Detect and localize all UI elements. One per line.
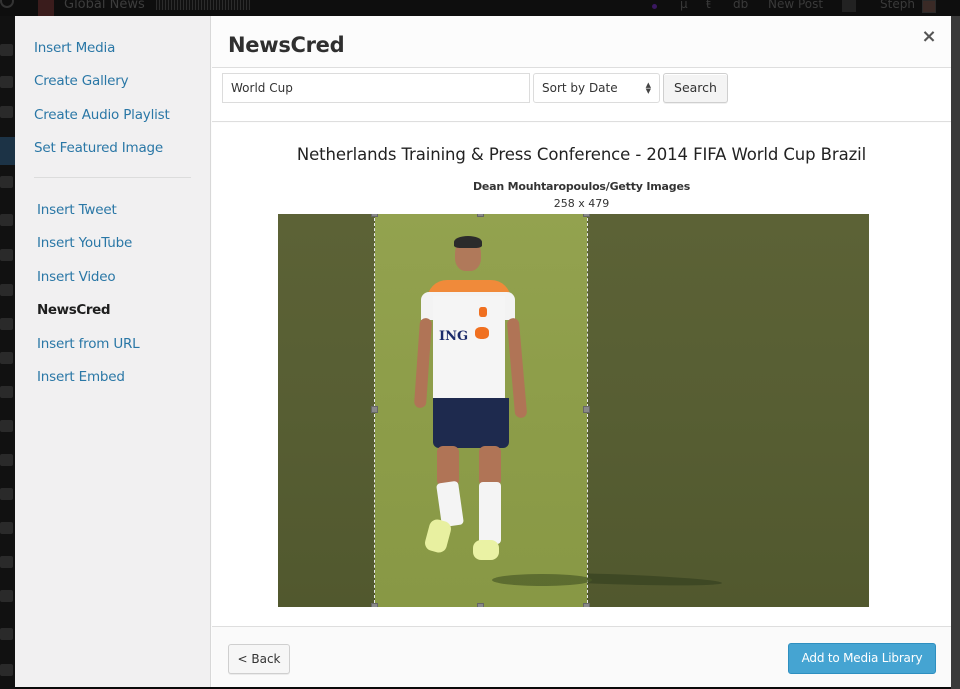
cloud-icon[interactable] bbox=[0, 76, 13, 88]
new-post-link[interactable]: New Post bbox=[768, 0, 823, 11]
crop-handle-right[interactable] bbox=[583, 406, 590, 413]
player-right-boot bbox=[473, 540, 499, 560]
search-button[interactable]: Search bbox=[663, 73, 728, 103]
select-arrows-icon: ▲ ▼ bbox=[645, 81, 651, 95]
shirt-sponsor-text: ING bbox=[439, 329, 469, 344]
image-credit: Dean Mouhtaropoulos/Getty Images bbox=[472, 180, 691, 193]
link-chain-icon[interactable] bbox=[0, 454, 13, 466]
megaphone-icon[interactable] bbox=[0, 284, 13, 296]
pushpin-icon[interactable] bbox=[0, 590, 13, 602]
boot-icon[interactable] bbox=[0, 522, 13, 534]
wordpress-logo-icon[interactable] bbox=[0, 0, 14, 8]
comments-icon[interactable] bbox=[842, 0, 856, 12]
menu-item-newscred[interactable]: NewsCred bbox=[37, 302, 111, 318]
links-icon[interactable] bbox=[0, 176, 13, 188]
bottom-toolbar: < Back Add to Media Library bbox=[212, 626, 951, 687]
media-menu: Insert Media Create Gallery Create Audio… bbox=[15, 16, 211, 687]
player-shorts bbox=[433, 398, 509, 448]
plugins-icon[interactable] bbox=[0, 386, 13, 398]
archive-icon[interactable] bbox=[0, 318, 13, 330]
sort-select-value: Sort by Date bbox=[542, 81, 618, 95]
player-right-thigh bbox=[479, 446, 501, 486]
wrench-icon[interactable] bbox=[0, 628, 13, 640]
menu-item-insert-tweet[interactable]: Insert Tweet bbox=[37, 202, 117, 218]
menu-item-insert-embed[interactable]: Insert Embed bbox=[37, 369, 125, 385]
user-account-link[interactable]: Steph bbox=[880, 0, 915, 11]
help-icon[interactable] bbox=[0, 106, 13, 118]
wp-admin-bar: Global News µ ŧ db New Post Steph bbox=[0, 0, 960, 16]
adminbar-mu-link[interactable]: µ bbox=[680, 0, 688, 11]
menu-item-insert-from-url[interactable]: Insert from URL bbox=[37, 336, 140, 352]
dashboard-icon[interactable] bbox=[0, 44, 13, 56]
back-button[interactable]: < Back bbox=[228, 644, 290, 674]
image-title: Netherlands Training & Press Conference … bbox=[296, 145, 867, 164]
player-left-thigh bbox=[437, 446, 459, 486]
tools-icon[interactable] bbox=[0, 352, 13, 364]
media-icon[interactable] bbox=[0, 420, 13, 432]
image-preview-area: Netherlands Training & Press Conference … bbox=[212, 123, 951, 626]
crop-handle-top-right[interactable] bbox=[583, 214, 590, 217]
player-figure: ING bbox=[375, 214, 587, 607]
site-icon bbox=[38, 0, 54, 16]
sort-select[interactable]: Sort by Date ▲ ▼ bbox=[533, 73, 660, 103]
site-name-link[interactable]: Global News bbox=[64, 0, 145, 12]
frame-title: NewsCred bbox=[212, 16, 951, 68]
menu-item-set-featured-image[interactable]: Set Featured Image bbox=[34, 140, 163, 156]
menu-item-insert-video[interactable]: Insert Video bbox=[37, 269, 116, 285]
status-dot-icon bbox=[652, 4, 657, 9]
adminbar-t-link[interactable]: ŧ bbox=[706, 0, 711, 11]
menu-separator bbox=[34, 177, 191, 178]
crop-handle-left[interactable] bbox=[371, 406, 378, 413]
crop-handle-top[interactable] bbox=[477, 214, 484, 217]
crop-handle-bottom-right[interactable] bbox=[583, 603, 590, 607]
add-to-media-library-button[interactable]: Add to Media Library bbox=[788, 643, 936, 674]
wp-admin-side-menu bbox=[0, 16, 15, 689]
search-input[interactable] bbox=[222, 73, 530, 103]
adminbar-db-link[interactable]: db bbox=[733, 0, 748, 11]
shirt-crest bbox=[479, 307, 487, 317]
crop-selection[interactable]: ING bbox=[371, 214, 592, 607]
player-shirt-body bbox=[433, 296, 505, 398]
image-preview: ING bbox=[278, 214, 869, 607]
crop-handle-bottom[interactable] bbox=[477, 603, 484, 607]
menu-item-create-gallery[interactable]: Create Gallery bbox=[34, 73, 129, 89]
media-modal: Insert Media Create Gallery Create Audio… bbox=[15, 16, 951, 687]
crop-handle-bottom-left[interactable] bbox=[371, 603, 378, 607]
player-hair bbox=[454, 236, 482, 248]
player-left-boot bbox=[423, 517, 453, 555]
pages-icon[interactable] bbox=[0, 214, 13, 226]
drag-dots-icon[interactable] bbox=[0, 488, 13, 500]
player-left-arm bbox=[413, 317, 433, 409]
menu-item-create-audio-playlist[interactable]: Create Audio Playlist bbox=[34, 107, 170, 123]
crop-handle-top-left[interactable] bbox=[371, 214, 378, 217]
activity-meter-icon bbox=[156, 0, 250, 10]
menu-item-insert-youtube[interactable]: Insert YouTube bbox=[37, 235, 132, 251]
settings-gear-icon[interactable] bbox=[0, 249, 13, 261]
player-right-sock bbox=[479, 482, 501, 544]
location-pin-icon[interactable] bbox=[0, 556, 13, 568]
posts-pin-icon[interactable] bbox=[0, 137, 15, 165]
background-scroll-strip bbox=[951, 16, 960, 689]
shirt-lion-logo bbox=[475, 327, 489, 339]
crop-dimensions: 258 x 479 bbox=[553, 197, 610, 210]
modal-title: NewsCred bbox=[228, 33, 345, 57]
close-icon[interactable]: × bbox=[921, 28, 937, 46]
user-avatar[interactable] bbox=[922, 0, 936, 13]
users-icon[interactable] bbox=[0, 664, 13, 676]
search-toolbar: Sort by Date ▲▼ Search bbox=[212, 68, 951, 122]
player-right-arm bbox=[506, 317, 528, 419]
menu-item-insert-media[interactable]: Insert Media bbox=[34, 40, 115, 56]
